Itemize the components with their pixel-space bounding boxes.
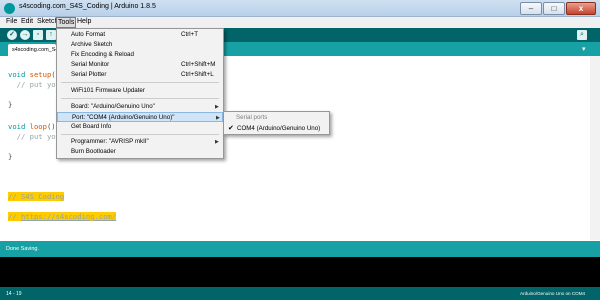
menu-item-wifi101-updater[interactable]: WiFi101 Firmware Updater [57, 86, 223, 96]
keyword: void [8, 70, 26, 79]
menu-tools[interactable]: Tools [56, 17, 77, 28]
tab-menu-button[interactable]: ▾ [582, 45, 586, 53]
shortcut-label: Ctrl+T [181, 31, 199, 38]
menu-file[interactable]: File [5, 18, 18, 25]
port-submenu: Serial ports ✔ COM4 (Arduino/Genuino Uno… [223, 111, 330, 135]
open-sketch-button[interactable]: ↑ [46, 30, 56, 40]
status-message: Done Saving. [6, 246, 40, 252]
menu-bar: File Edit Sketch Tools Help [0, 17, 600, 28]
menu-item-serial-monitor[interactable]: Serial Monitor Ctrl+Shift+M [57, 60, 223, 70]
menu-separator [61, 82, 219, 83]
window-title: s4scoding.com_S4S_Coding | Arduino 1.8.5 [19, 3, 156, 10]
shortcut-label: Ctrl+Shift+L [181, 71, 214, 78]
verify-button[interactable]: ✓ [7, 30, 17, 40]
menu-item-label: Serial Plotter [71, 71, 107, 78]
comment-link[interactable]: https://s4scoding.com/ [20, 212, 117, 221]
title-bar: s4scoding.com_S4S_Coding | Arduino 1.8.5… [0, 0, 600, 17]
menu-item-label: WiFi101 Firmware Updater [71, 87, 145, 94]
submenu-arrow-icon: ▶ [215, 139, 219, 145]
port-option-com4[interactable]: ✔ COM4 (Arduino/Genuino Uno) [225, 124, 328, 134]
code-line: // https://s4scoding.com/ [8, 212, 117, 221]
menu-item-burn-bootloader[interactable]: Burn Bootloader [57, 147, 223, 157]
maximize-button[interactable]: □ [543, 2, 565, 15]
menu-item-label: Burn Bootloader [71, 148, 116, 155]
sketch-tab[interactable]: s4scoding.com_S4S_Coding [8, 44, 56, 56]
menu-item-label: Programmer: "AVRISP mkII" [71, 138, 149, 145]
menu-item-auto-format[interactable]: Auto Format Ctrl+T [57, 30, 223, 40]
code-line: // S4S Coding [8, 192, 65, 201]
submenu-arrow-icon: ▶ [215, 104, 219, 110]
function-name: loop [29, 122, 47, 131]
menu-item-label: Board: "Arduino/Genuino Uno" [71, 103, 155, 110]
code-line: } [8, 152, 13, 161]
menu-item-label: Fix Encoding & Reload [71, 51, 134, 58]
shortcut-label: Ctrl+Shift+M [181, 61, 216, 68]
console-output[interactable] [0, 257, 600, 287]
tools-dropdown-menu: Auto Format Ctrl+T Archive Sketch Fix Enc… [56, 28, 224, 159]
line-number: 14 - 19 [6, 291, 22, 297]
submenu-header: Serial ports [236, 114, 268, 121]
menu-item-board[interactable]: Board: "Arduino/Genuino Uno" ▶ [57, 102, 223, 112]
highlighted-comment: // S4S Coding [8, 192, 65, 201]
port-option-label: COM4 (Arduino/Genuino Uno) [237, 125, 321, 132]
arduino-logo-icon [4, 3, 15, 14]
close-button[interactable]: x [566, 2, 596, 15]
upload-button[interactable]: → [20, 30, 30, 40]
menu-item-label: Get Board Info [71, 123, 112, 130]
minimize-button[interactable]: – [520, 2, 542, 15]
menu-item-programmer[interactable]: Programmer: "AVRISP mkII" ▶ [57, 137, 223, 147]
menu-item-label: Serial Monitor [71, 61, 110, 68]
arduino-ide-window: s4scoding.com_S4S_Coding | Arduino 1.8.5… [0, 0, 600, 300]
function-name: setup [29, 70, 52, 79]
checkmark-icon: ✔ [228, 125, 234, 132]
bottom-status-bar: 14 - 19 Arduino/Genuino Uno on COM4 [0, 287, 600, 300]
highlighted-comment: // [8, 212, 21, 221]
menu-separator [61, 98, 219, 99]
status-bar: Done Saving. [0, 241, 600, 257]
menu-help[interactable]: Help [76, 18, 92, 25]
menu-item-label: Auto Format [71, 31, 106, 38]
menu-separator [61, 134, 219, 135]
code-line: } [8, 100, 13, 109]
board-port-status: Arduino/Genuino Uno on COM4 [520, 291, 586, 296]
new-sketch-button[interactable]: ▫ [33, 30, 43, 40]
menu-item-label: Archive Sketch [71, 41, 113, 48]
menu-item-port[interactable]: Port: "COM4 (Arduino/Genuino Uno)" ▶ [57, 112, 223, 122]
menu-item-board-info[interactable]: Get Board Info [57, 122, 223, 132]
menu-edit[interactable]: Edit [20, 18, 34, 25]
keyword: void [8, 122, 26, 131]
menu-item-label: Port: "COM4 (Arduino/Genuino Uno)" [72, 114, 175, 121]
menu-item-archive-sketch[interactable]: Archive Sketch [57, 40, 223, 50]
menu-item-fix-encoding[interactable]: Fix Encoding & Reload [57, 50, 223, 60]
menu-item-serial-plotter[interactable]: Serial Plotter Ctrl+Shift+L [57, 70, 223, 80]
serial-monitor-button[interactable]: ⌕ [577, 30, 587, 40]
